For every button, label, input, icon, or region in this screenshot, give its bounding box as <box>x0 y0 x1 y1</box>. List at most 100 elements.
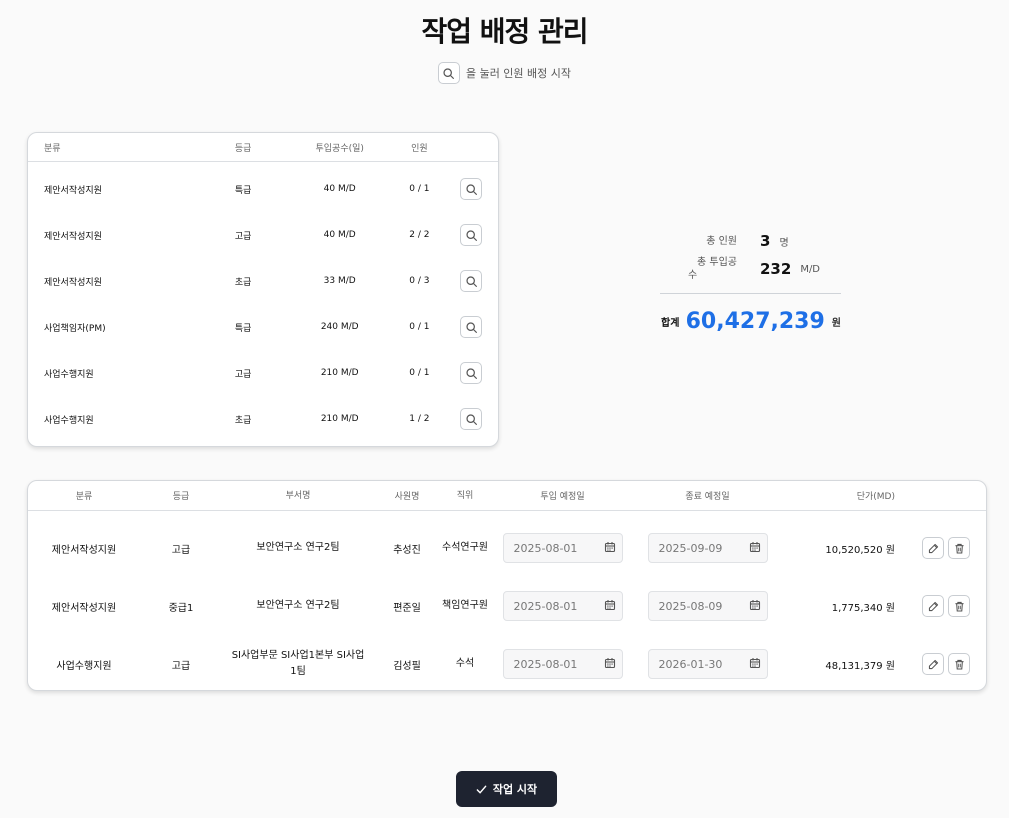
check-icon <box>476 785 487 793</box>
hint-text: 을 눌러 인원 배정 시작 <box>465 67 572 80</box>
end-date-value: 2026-01-30 <box>658 657 723 671</box>
requirement-row: 사업수행지원 초급 210 M/D 1 / 2 <box>28 396 498 442</box>
search-icon[interactable] <box>460 270 483 292</box>
start-date-field[interactable]: 2025-08-01 <box>502 533 623 563</box>
row-dept: 보안연구소 연구2팀 <box>256 600 340 611</box>
search-icon[interactable] <box>460 178 483 200</box>
calendar-icon[interactable] <box>749 541 761 556</box>
requirements-header: 분류 등급 투입공수(일) 인원 <box>28 133 498 162</box>
row-grade: 특급 <box>234 185 252 196</box>
assignment-row: 사업수행지원 고급 SI사업부문 SI사업1본부 SI사업1팀 김성필 수석 2025-0… <box>28 635 986 693</box>
edit-icon[interactable] <box>922 595 944 617</box>
row-people: 2 / 2 <box>409 230 430 240</box>
calendar-icon[interactable] <box>604 599 616 614</box>
grand-total-row: 합계 60,427,239 원 <box>660 309 841 334</box>
trash-icon[interactable] <box>948 537 970 559</box>
header-effort: 투입공수(일) <box>315 143 364 154</box>
row-grade: 고급 <box>234 369 252 380</box>
edit-icon[interactable] <box>922 653 944 675</box>
assignment-row: 제안서작성지원 중급1 보안연구소 연구2팀 편준일 책임연구원 2025-08-01 20… <box>28 577 986 635</box>
row-position: 수석연구원 <box>442 542 488 553</box>
row-category: 사업책임자(PM) <box>44 323 106 334</box>
row-effort: 40 M/D <box>323 184 356 194</box>
search-icon <box>437 62 460 84</box>
requirement-row: 사업수행지원 고급 210 M/D 0 / 1 <box>28 350 498 396</box>
row-category: 제안서작성지원 <box>44 277 102 288</box>
header-name: 사원명 <box>394 492 420 502</box>
header-category: 분류 <box>75 492 93 502</box>
end-date-field[interactable]: 2026-01-30 <box>647 649 768 679</box>
row-category: 제안서작성지원 <box>44 231 102 242</box>
requirement-row: 제안서작성지원 초급 33 M/D 0 / 3 <box>28 258 498 304</box>
calendar-icon[interactable] <box>604 657 616 672</box>
search-icon[interactable] <box>460 362 483 384</box>
trash-icon[interactable] <box>948 595 970 617</box>
row-effort: 33 M/D <box>323 276 356 286</box>
summary-panel: 총 인원 3 명 총 투입공 수 232 M/D 합계 60,427,239 원 <box>660 232 841 334</box>
row-price: 10,520,520 원 <box>825 544 895 556</box>
start-date-field[interactable]: 2025-08-01 <box>502 649 623 679</box>
total-effort-unit: M/D <box>800 263 821 275</box>
row-grade: 고급 <box>234 231 252 242</box>
row-people: 0 / 1 <box>409 322 430 332</box>
total-people-unit: 명 <box>779 237 789 249</box>
assignment-row: 제안서작성지원 고급 보안연구소 연구2팀 추성진 수석연구원 2025-08-01 202… <box>28 519 986 577</box>
search-icon[interactable] <box>460 316 483 338</box>
row-people: 0 / 1 <box>409 368 430 378</box>
total-effort-value: 232 <box>760 260 792 278</box>
calendar-icon[interactable] <box>749 657 761 672</box>
row-category: 사업수행지원 <box>44 369 94 380</box>
row-people: 0 / 1 <box>409 184 430 194</box>
header-people: 인원 <box>411 143 428 154</box>
row-dept: SI사업부문 SI사업1본부 SI사업1팀 <box>231 650 365 677</box>
total-effort-label-line1: 총 투입공 <box>697 257 737 268</box>
row-employee-name: 김성필 <box>393 660 421 672</box>
row-people: 1 / 2 <box>409 414 430 424</box>
row-category: 제안서작성지원 <box>44 185 102 196</box>
row-category: 제안서작성지원 <box>51 602 117 614</box>
requirement-row: 제안서작성지원 고급 40 M/D 2 / 2 <box>28 212 498 258</box>
hint: 을 눌러 인원 배정 시작 <box>0 62 1009 84</box>
row-grade: 특급 <box>234 323 252 334</box>
start-date-field[interactable]: 2025-08-01 <box>502 591 623 621</box>
start-date-value: 2025-08-01 <box>513 657 578 671</box>
row-effort: 210 M/D <box>320 368 359 378</box>
trash-icon[interactable] <box>948 653 970 675</box>
calendar-icon[interactable] <box>604 541 616 556</box>
row-price: 1,775,340 원 <box>831 602 895 614</box>
row-position: 수석 <box>455 658 475 669</box>
edit-icon[interactable] <box>922 537 944 559</box>
row-category: 제안서작성지원 <box>51 544 117 556</box>
assignments-header: 분류 등급 부서명 사원명 직위 투입 예정일 종료 예정일 단가(MD) <box>28 481 986 511</box>
row-category: 사업수행지원 <box>56 660 112 672</box>
row-dept: 보안연구소 연구2팀 <box>256 542 340 553</box>
search-icon[interactable] <box>460 224 483 246</box>
assignments-table: 분류 등급 부서명 사원명 직위 투입 예정일 종료 예정일 단가(MD) 제안… <box>27 480 987 691</box>
row-position: 책임연구원 <box>442 600 488 611</box>
end-date-field[interactable]: 2025-08-09 <box>647 591 768 621</box>
header-end: 종료 예정일 <box>685 492 730 502</box>
search-icon[interactable] <box>460 408 483 430</box>
row-employee-name: 추성진 <box>393 544 421 556</box>
calendar-icon[interactable] <box>749 599 761 614</box>
grand-total-value: 60,427,239 <box>685 309 825 334</box>
page-title: 작업 배정 관리 <box>421 15 588 48</box>
total-effort-label: 총 투입공 수 <box>660 256 737 282</box>
end-date-value: 2025-08-09 <box>658 599 723 613</box>
grand-total-unit: 원 <box>831 318 841 329</box>
row-grade: 고급 <box>171 660 191 672</box>
row-price: 48,131,379 원 <box>825 660 895 672</box>
start-work-button[interactable]: 작업 시작 <box>456 771 557 807</box>
requirement-row: 제안서작성지원 특급 40 M/D 0 / 1 <box>28 166 498 212</box>
total-people-value: 3 <box>760 232 771 250</box>
start-date-value: 2025-08-01 <box>513 541 578 555</box>
row-grade: 초급 <box>234 277 252 288</box>
row-grade: 고급 <box>171 544 191 556</box>
summary-divider <box>660 293 841 294</box>
requirement-row: 사업책임자(PM) 특급 240 M/D 0 / 1 <box>28 304 498 350</box>
total-people-row: 총 인원 3 명 <box>660 232 841 250</box>
end-date-value: 2025-09-09 <box>658 541 723 555</box>
header-start: 투입 예정일 <box>540 492 585 502</box>
row-effort: 210 M/D <box>320 414 359 424</box>
end-date-field[interactable]: 2025-09-09 <box>647 533 768 563</box>
